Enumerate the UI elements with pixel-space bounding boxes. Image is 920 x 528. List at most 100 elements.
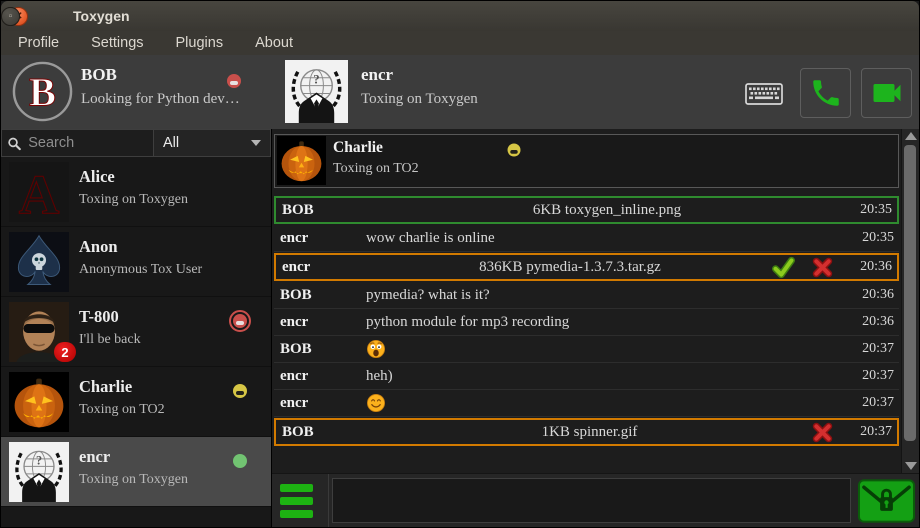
message-row: encrheh)20:37 — [274, 363, 899, 390]
message-time: 20:36 — [846, 259, 897, 275]
message-sender: encr — [274, 314, 366, 331]
maximize-button[interactable]: ▫ — [1, 7, 20, 26]
contact-avatar: A — [9, 162, 69, 222]
message-row: encrwow charlie is online20:35 — [274, 225, 899, 252]
message-time: 20:35 — [846, 202, 897, 218]
message-time: 20:36 — [848, 314, 899, 330]
filter-value: All — [163, 135, 179, 151]
accept-transfer-button[interactable] — [772, 256, 795, 279]
message-time: 20:37 — [846, 424, 897, 440]
message-text — [366, 393, 848, 413]
sidebar: All AAliceToxing on ToxygenAnonAnonymous… — [1, 129, 271, 527]
self-name[interactable]: BOB — [81, 65, 117, 85]
message-sender: encr — [274, 368, 366, 385]
contact-status-message: Toxing on Toxygen — [79, 472, 188, 488]
contact-row-charlie[interactable]: Charlie Toxing on TO2 — [1, 367, 271, 437]
unread-count-badge: 2 — [54, 342, 76, 362]
attachment-menu-button[interactable] — [272, 474, 329, 527]
message-text: python module for mp3 recording — [366, 314, 848, 331]
self-avatar[interactable]: B — [11, 60, 74, 123]
message-sender: BOB — [276, 202, 368, 219]
contact-list: AAliceToxing on ToxygenAnonAnonymous Tox… — [1, 157, 271, 507]
hamburger-menu-icon — [280, 484, 313, 492]
message-text: wow charlie is online — [366, 230, 848, 247]
contact-status-message: Anonymous Tox User — [79, 262, 202, 278]
file-transfer-label: 836KB pymedia-1.3.7.3.tar.gz — [368, 259, 772, 276]
message-sender: BOB — [274, 341, 366, 358]
message-text: heh) — [366, 368, 848, 385]
file-transfer-row: BOB1KB spinner.gif 20:37 — [274, 418, 899, 446]
file-transfer-row: encr836KB pymedia-1.3.7.3.tar.gz 20:36 — [274, 253, 899, 281]
contact-status-message: I'll be back — [79, 332, 141, 348]
message-sender: encr — [276, 259, 368, 276]
contact-name: Charlie — [79, 377, 132, 397]
contact-name: encr — [79, 447, 110, 467]
message-time: 20:37 — [848, 368, 899, 384]
file-transfer-label: 6KB toxygen_inline.png — [368, 202, 846, 219]
contact-avatar: ? — [285, 60, 348, 123]
audio-call-button[interactable] — [800, 68, 851, 118]
scrollbar-thumb[interactable] — [904, 145, 916, 441]
contact-status-message: Toxing on TO2 — [79, 402, 165, 418]
file-transfer-label: 1KB spinner.gif — [368, 424, 811, 441]
toxygen-window: ✕ − ▫ Toxygen ProfileSettingsPluginsAbou… — [0, 0, 920, 528]
contact-avatar — [9, 232, 69, 292]
decline-transfer-button[interactable] — [811, 256, 834, 279]
window-title: Toxygen — [73, 1, 130, 31]
search-box[interactable] — [1, 129, 154, 157]
message-sender: BOB — [274, 287, 366, 304]
menubar: Profile Settings PluginsAbout — [1, 31, 919, 55]
menu-item-settings[interactable]: Settings — [78, 33, 156, 53]
self-status-message[interactable]: Looking for Python dev… — [81, 91, 240, 108]
chat-scrollbar[interactable] — [901, 129, 919, 473]
contact-avatar-image: ? — [285, 60, 348, 123]
search-input[interactable] — [26, 134, 148, 152]
message-time: 20:37 — [848, 395, 899, 411]
composer — [272, 473, 919, 527]
message-row: BOB 20:37 — [274, 336, 899, 363]
message-sender: encr — [274, 230, 366, 247]
scroll-down-arrow-icon[interactable] — [905, 462, 917, 470]
inline-image-preview: Charlie Toxing on TO2 — [274, 134, 899, 188]
message-history: Charlie Toxing on TO2 BOB6KB toxygen_inl… — [272, 129, 901, 473]
message-row: encrpython module for mp3 recording20:36 — [274, 309, 899, 336]
preview-away-status-icon — [507, 143, 520, 156]
contact-status-message: Toxing on Toxygen — [79, 192, 188, 208]
contact-row-t-800[interactable]: T-800 I'll be back2 — [1, 297, 271, 367]
video-call-button[interactable] — [861, 68, 912, 118]
message-sender: encr — [274, 395, 366, 412]
contact-name: encr — [361, 65, 393, 85]
menu-item-about[interactable]: About — [242, 33, 306, 53]
file-transfer-row: BOB6KB toxygen_inline.png20:35 — [274, 196, 899, 224]
svg-text:B: B — [29, 69, 56, 114]
message-text: pymedia? what is it? — [366, 287, 848, 304]
smiley-emoticon — [366, 393, 386, 413]
message-row: BOBpymedia? what is it?20:36 — [274, 282, 899, 309]
away-status-icon — [233, 384, 247, 398]
scared-smiley-emoticon — [366, 339, 386, 359]
busy-status-icon — [233, 314, 247, 328]
message-time: 20:36 — [848, 287, 899, 303]
decline-transfer-button[interactable] — [811, 421, 834, 444]
contact-row-encr[interactable]: ?encrToxing on Toxygen — [1, 437, 271, 507]
scroll-up-arrow-icon[interactable] — [905, 132, 917, 140]
chat-panel: Charlie Toxing on TO2 BOB6KB toxygen_inl… — [271, 129, 919, 527]
message-sender: BOB — [276, 424, 368, 441]
contact-name: T-800 — [79, 307, 119, 327]
self-avatar-image: B — [11, 60, 74, 123]
online-status-icon — [233, 454, 247, 468]
contact-row-anon[interactable]: AnonAnonymous Tox User — [1, 227, 271, 297]
self-busy-status-icon[interactable] — [227, 74, 241, 88]
message-input[interactable] — [332, 478, 851, 523]
contact-row-alice[interactable]: AAliceToxing on Toxygen — [1, 157, 271, 227]
phone-icon — [809, 76, 843, 110]
send-message-button[interactable] — [854, 474, 919, 527]
contact-filter-dropdown[interactable]: All — [154, 129, 271, 157]
encrypted-send-icon — [858, 479, 915, 523]
menu-item-profile[interactable]: Profile — [5, 33, 72, 53]
message-time: 20:37 — [848, 341, 899, 357]
keyboard-icon[interactable] — [745, 83, 783, 105]
video-camera-icon — [869, 75, 905, 111]
message-text — [366, 339, 848, 359]
menu-item-plugins[interactable]: Plugins — [163, 33, 237, 53]
